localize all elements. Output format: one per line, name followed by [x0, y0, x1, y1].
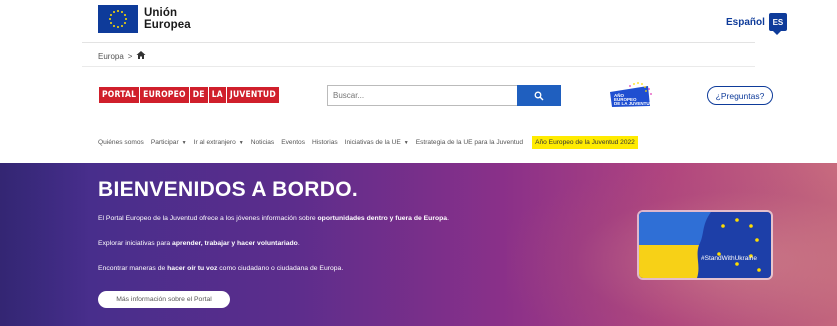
more-info-button[interactable]: Más información sobre el Portal [98, 291, 230, 308]
top-bar: Unión Europea Español ES [0, 0, 837, 42]
eu-logo[interactable]: Unión Europea [98, 5, 191, 33]
european-year-of-youth-logo[interactable]: AÑO EUROPEO DE LA JUVENTUD [608, 80, 654, 108]
nav-item-ir-al-extranjero[interactable]: Ir al extranjero ▼ [194, 139, 244, 146]
hero-text-bold: oportunidades dentro y fuera de Europa [317, 215, 448, 222]
portal-logo-word: PORTAL [99, 87, 140, 103]
hero-text: El Portal Europeo de la Juventud ofrece … [98, 215, 318, 222]
language-selector[interactable]: Español ES [726, 13, 787, 35]
home-icon[interactable] [136, 50, 146, 62]
search-icon [534, 91, 544, 100]
eu-name-line1: Unión [144, 7, 178, 19]
nav-item-year-highlight[interactable]: Año Europeo de la Juventud 2022 [532, 136, 638, 149]
language-label: Español [726, 16, 765, 28]
chevron-down-icon: ▼ [238, 139, 244, 146]
search-button[interactable] [517, 85, 561, 106]
eu-name: Unión Europea [144, 7, 191, 31]
search-input[interactable] [327, 85, 517, 106]
main-nav: Quiénes somos Participar ▼ Ir al extranje… [98, 136, 638, 149]
breadcrumb-separator: > [127, 51, 133, 61]
nav-item-label: Participar [150, 139, 179, 146]
breadcrumb-europa-link[interactable]: Europa [98, 52, 124, 61]
language-code-badge: ES [768, 13, 787, 35]
hero-background-shade [0, 163, 90, 326]
nav-item-estrategia[interactable]: Estrategia de la UE para la Juventud [416, 139, 523, 146]
hero-text-line2: Explorar iniciativas para aprender, trab… [98, 240, 300, 247]
eu-name-line2: Europea [144, 19, 191, 31]
nav-item-noticias[interactable]: Noticias [251, 139, 274, 146]
svg-text:DE LA JUVENTUD: DE LA JUVENTUD [614, 101, 654, 106]
hero-text: como ciudadano o ciudadana de Europa. [217, 265, 344, 272]
nav-item-label: Historias [312, 139, 338, 146]
ukraine-flag-banner[interactable] [637, 210, 773, 280]
nav-item-participar[interactable]: Participar ▼ [151, 139, 187, 146]
portal-logo[interactable]: PORTAL EUROPEO DE LA JUVENTUD [99, 87, 280, 103]
hero-banner: BIENVENIDOS A BORDO. El Portal Europeo d… [0, 163, 837, 326]
nav-item-eventos[interactable]: Eventos [281, 139, 305, 146]
nav-item-label: Ir al extranjero [193, 139, 236, 146]
chevron-down-icon: ▼ [403, 139, 409, 146]
nav-item-label: Quiénes somos [98, 139, 144, 146]
portal-logo-word: DE [189, 87, 208, 103]
nav-item-label: Iniciativas de la UE [344, 139, 401, 146]
ukraine-hashtag: #StandWithUkraine [701, 255, 757, 262]
divider [82, 42, 755, 43]
nav-item-label: Eventos [281, 139, 306, 146]
hero-text-line3: Encontrar maneras de hacer oír tu voz co… [98, 265, 343, 272]
hero-text: Encontrar maneras de [98, 265, 168, 272]
portal-logo-word: EUROPEO [140, 87, 189, 103]
search-bar [327, 85, 561, 106]
hero-text-bold: aprender, trabajar y hacer voluntariado [172, 240, 298, 247]
hero-text-bold: hacer oír tu voz [167, 265, 218, 272]
nav-item-iniciativas[interactable]: Iniciativas de la UE ▼ [345, 139, 409, 146]
nav-item-quienes-somos[interactable]: Quiénes somos [98, 139, 144, 146]
faq-button[interactable]: ¿Preguntas? [707, 86, 773, 105]
chevron-down-icon: ▼ [181, 139, 187, 146]
nav-item-label: Noticias [250, 139, 275, 146]
divider [82, 66, 755, 67]
hero-text: . [447, 215, 449, 222]
hero-title: BIENVENIDOS A BORDO. [98, 178, 358, 201]
nav-item-label: Estrategia de la UE para la Juventud [415, 139, 524, 146]
portal-logo-word: JUVENTUD [226, 87, 279, 103]
hero-text-line1: El Portal Europeo de la Juventud ofrece … [98, 215, 449, 222]
breadcrumb: Europa > [98, 50, 146, 62]
hero-text: . [297, 240, 300, 247]
hero-text: Explorar iniciativas para [98, 240, 173, 247]
eu-flag-icon [98, 5, 138, 33]
portal-logo-word: LA [208, 87, 226, 103]
nav-item-historias[interactable]: Historias [312, 139, 338, 146]
